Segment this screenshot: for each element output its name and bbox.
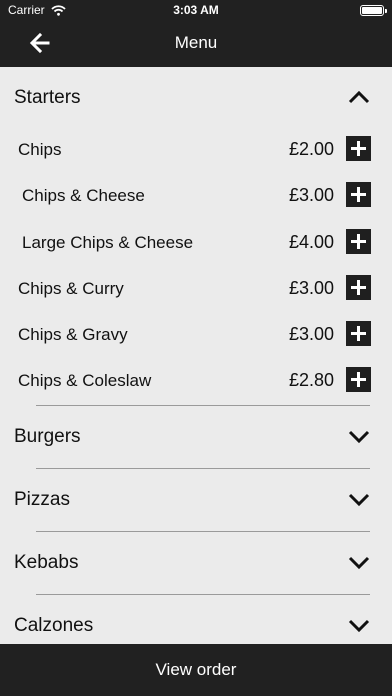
chevron-up-icon <box>348 90 370 104</box>
item-name: Chips & Coleslaw <box>18 371 152 391</box>
add-item-button[interactable] <box>346 182 371 208</box>
menu-item: Chips & Coleslaw £2.80 <box>0 358 392 404</box>
chevron-down-icon <box>348 556 370 569</box>
add-item-button[interactable] <box>346 321 371 347</box>
item-price: £4.00 <box>288 231 334 252</box>
item-price: £3.00 <box>288 185 334 206</box>
category-label: Pizzas <box>14 488 70 510</box>
category-header-starters[interactable]: Starters <box>0 67 392 127</box>
menu-item: Chips £2.00 <box>0 127 392 173</box>
item-price: £3.00 <box>288 277 334 298</box>
menu-item: Large Chips & Cheese £4.00 <box>0 220 392 266</box>
category-header-pizzas[interactable]: Pizzas <box>0 469 392 531</box>
category-label: Calzones <box>14 614 94 636</box>
add-item-button[interactable] <box>346 367 371 393</box>
nav-bar: Menu <box>0 20 392 67</box>
item-name: Large Chips & Cheese <box>22 232 194 252</box>
item-name: Chips & Curry <box>18 278 124 298</box>
status-bar: Carrier 3:03 AM <box>0 0 392 20</box>
item-price: £2.00 <box>288 139 334 159</box>
menu-item: Chips & Gravy £3.00 <box>0 312 392 358</box>
status-time: 3:03 AM <box>173 3 219 17</box>
add-item-button[interactable] <box>346 136 371 161</box>
category-label: Starters <box>14 87 81 108</box>
item-name: Chips & Gravy <box>18 325 128 345</box>
view-order-button[interactable]: View order <box>0 644 392 696</box>
view-order-label: View order <box>155 660 237 679</box>
category-label: Kebabs <box>14 551 79 573</box>
category-header-kebabs[interactable]: Kebabs <box>0 532 392 594</box>
page-title: Menu <box>174 33 218 52</box>
chevron-down-icon <box>348 619 370 632</box>
menu-list[interactable]: Starters Chips £2.00 Chips & Cheese £3.0… <box>0 67 392 644</box>
item-price: £2.80 <box>288 370 334 391</box>
menu-item: Chips & Cheese £3.00 <box>0 173 392 219</box>
category-label: Burgers <box>14 425 81 447</box>
add-item-button[interactable] <box>346 228 371 254</box>
chevron-down-icon <box>348 430 370 443</box>
category-header-calzones[interactable]: Calzones <box>0 595 392 644</box>
item-name: Chips <box>18 140 62 159</box>
battery-icon <box>360 5 387 16</box>
add-item-button[interactable] <box>346 274 371 300</box>
item-name: Chips & Cheese <box>22 186 145 206</box>
chevron-down-icon <box>348 493 370 506</box>
menu-item: Chips & Curry £3.00 <box>0 266 392 312</box>
category-header-burgers[interactable]: Burgers <box>0 406 392 468</box>
item-price: £3.00 <box>288 324 334 345</box>
